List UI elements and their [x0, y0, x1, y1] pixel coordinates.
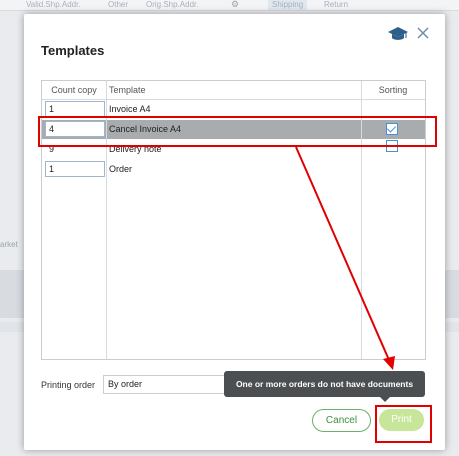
dialog-title: Templates [41, 43, 105, 58]
count-copy-input[interactable]: 1 [45, 101, 105, 117]
table-row-selected[interactable]: 4 Cancel Invoice A4 [42, 120, 425, 139]
template-name: Cancel Invoice A4 [109, 124, 182, 134]
graduation-cap-icon[interactable] [388, 26, 408, 42]
bg-tab-shipping: Shipping [268, 0, 308, 10]
table-row[interactable]: 1 Invoice A4 [42, 100, 425, 119]
templates-table: Count copy Template Sorting 1 Invoice A4… [41, 80, 426, 360]
table-row[interactable]: 1 Order [42, 160, 425, 179]
column-divider [361, 81, 362, 359]
template-name: Order [109, 164, 133, 174]
table-row[interactable]: 9 Delivery note [42, 140, 425, 159]
header-count-copy[interactable]: Count copy [42, 81, 106, 100]
column-divider [106, 81, 107, 359]
bg-gear-icon: ⚙ [231, 0, 240, 9]
count-copy-input[interactable]: 9 [45, 141, 105, 157]
tooltip: One or more orders do not have documents [224, 371, 425, 402]
sorting-checkbox[interactable] [386, 140, 398, 152]
bg-tab-valid-shp-addr: Valid.Shp.Addr. [26, 0, 81, 9]
printing-order-select[interactable]: By order [103, 375, 235, 394]
bg-tab-other: Other [108, 0, 129, 9]
printing-order-label: Printing order [41, 380, 96, 390]
bg-tab-return: Return [324, 0, 349, 9]
header-sorting[interactable]: Sorting [361, 81, 425, 100]
count-copy-input[interactable]: 1 [45, 161, 105, 177]
template-name: Invoice A4 [109, 104, 151, 114]
template-name: Delivery note [109, 144, 162, 154]
templates-dialog: Templates Count copy Template Sorting 1 … [24, 14, 445, 450]
count-copy-input[interactable]: 4 [45, 121, 105, 137]
sorting-checkbox[interactable] [386, 123, 398, 135]
print-button[interactable]: Print [379, 409, 424, 431]
bg-tab-orig-shp-addr: Orig.Shp.Addr. [146, 0, 199, 9]
cancel-button[interactable]: Cancel [312, 409, 371, 432]
header-template[interactable]: Template [107, 81, 362, 100]
close-icon[interactable] [415, 25, 431, 41]
bg-side-text: arket [0, 240, 18, 249]
